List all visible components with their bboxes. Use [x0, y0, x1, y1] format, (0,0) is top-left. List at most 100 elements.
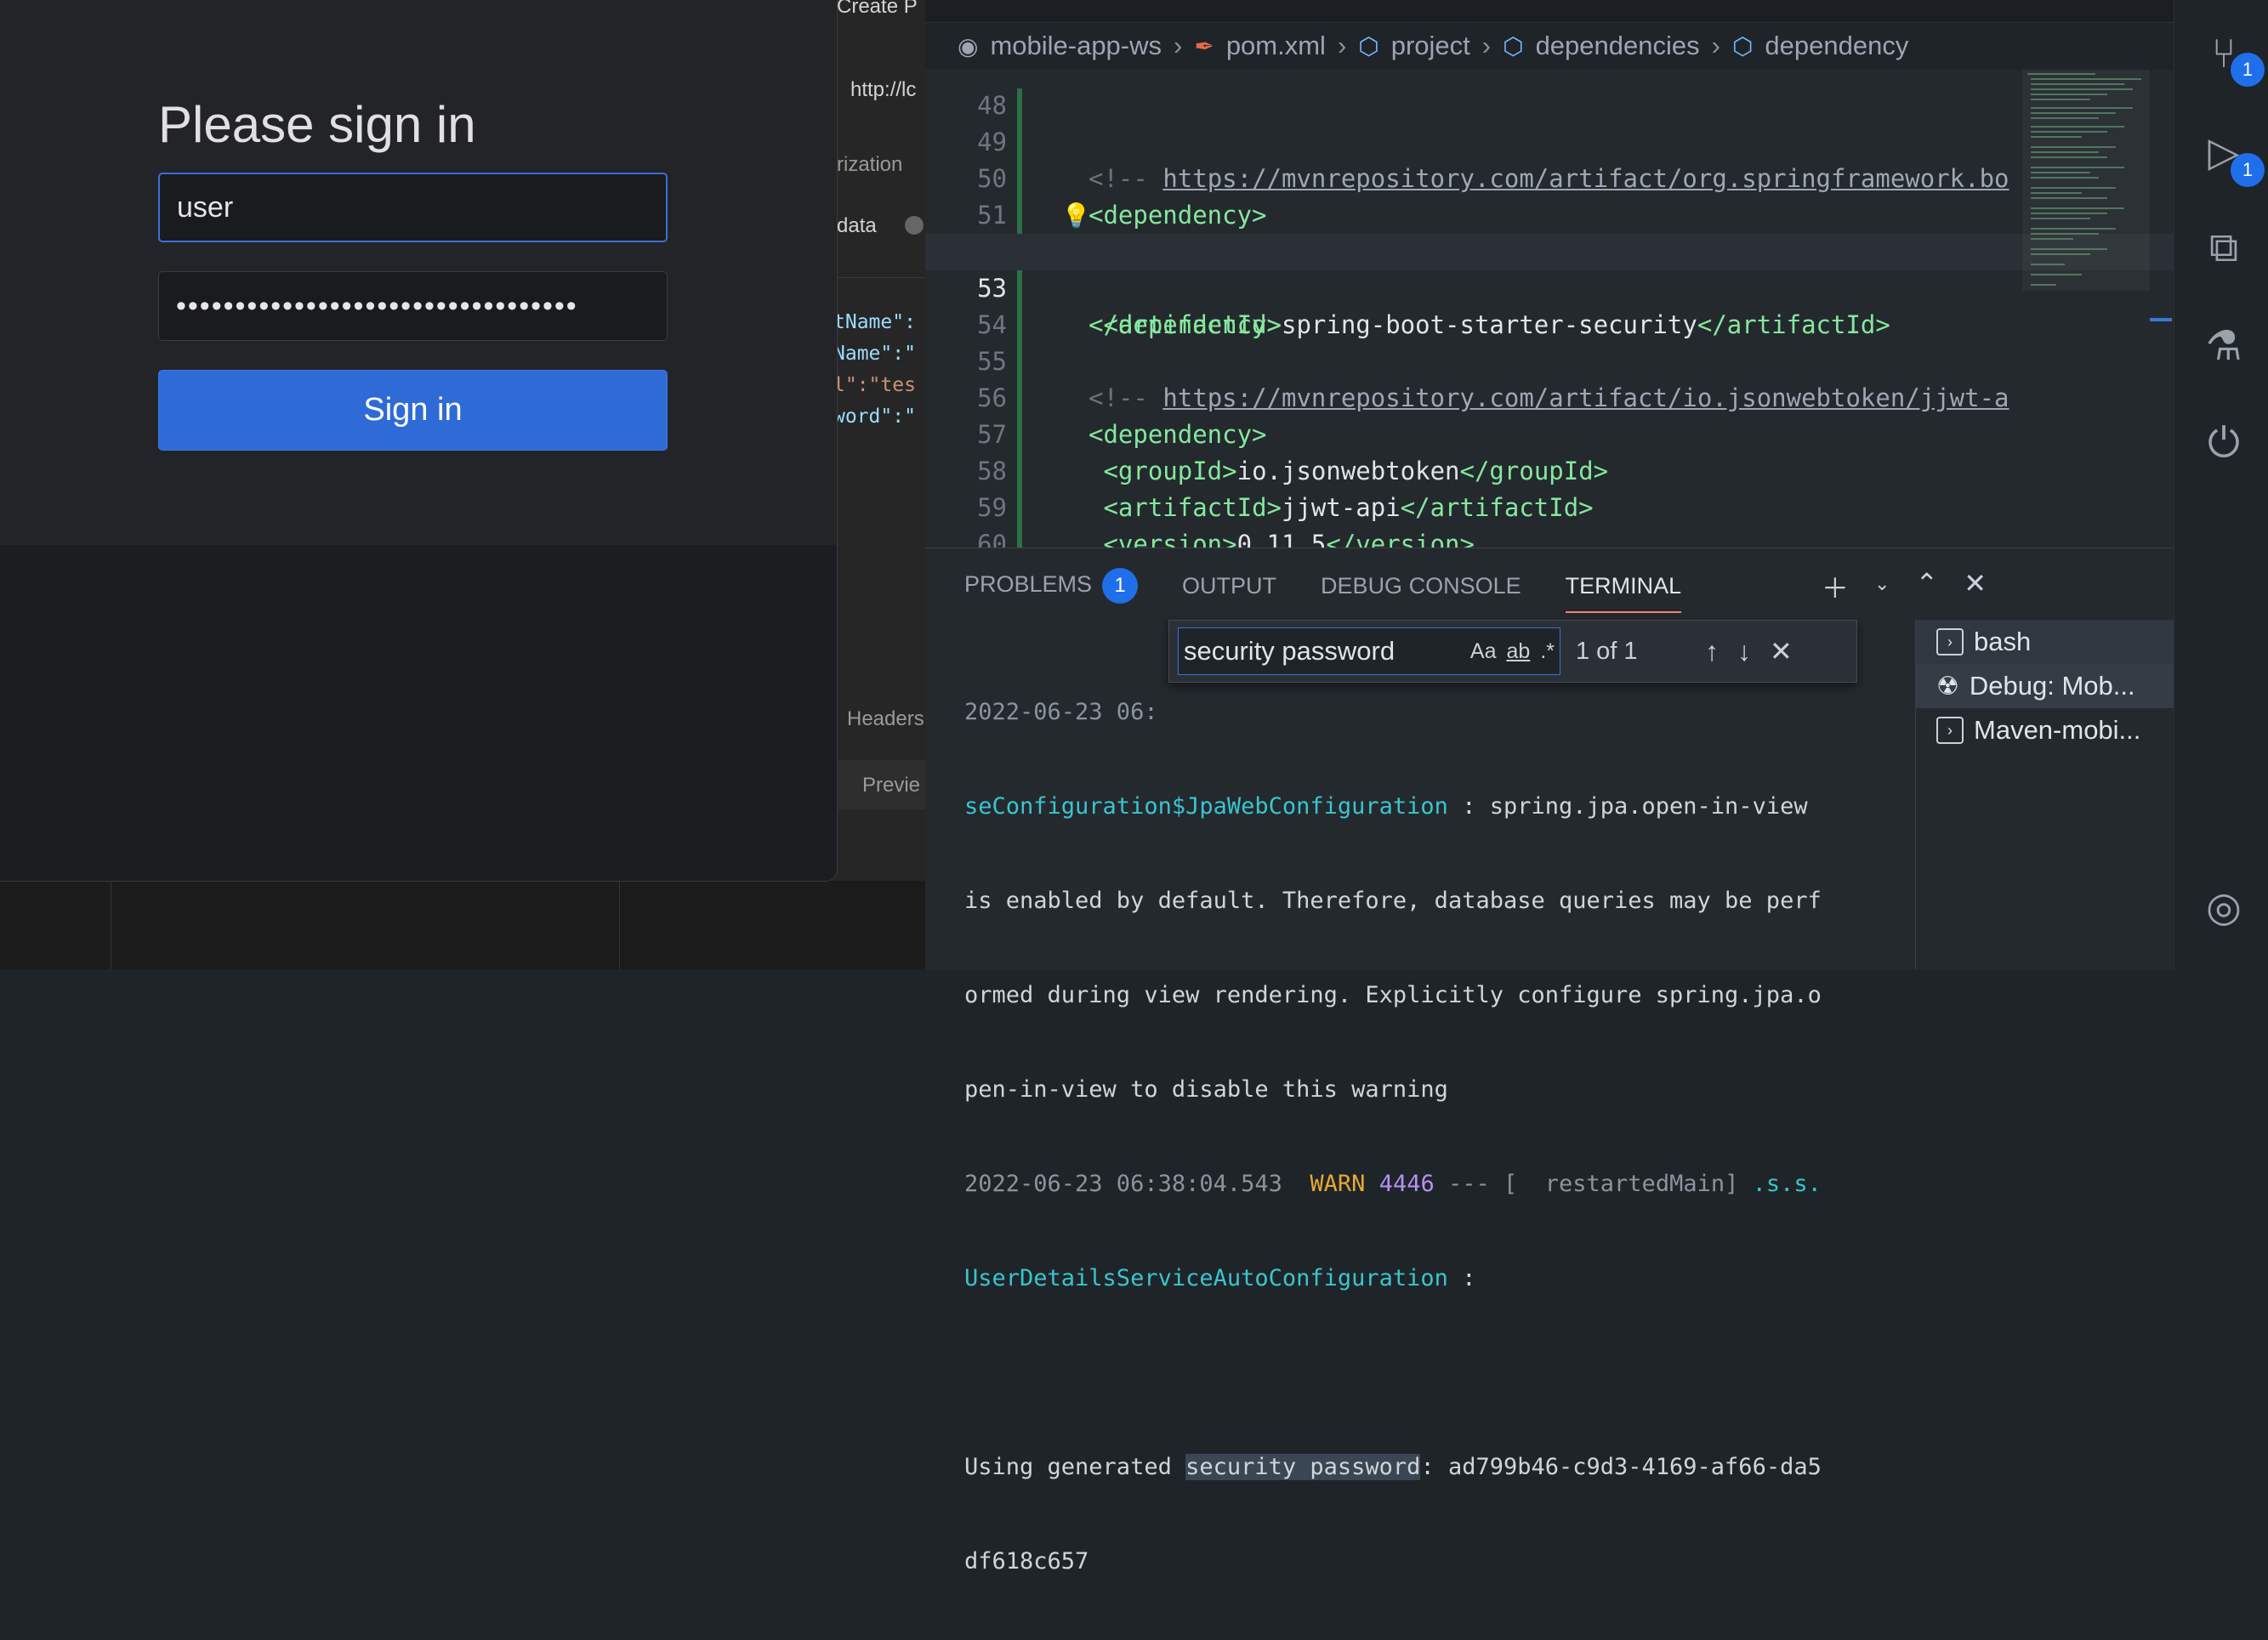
log-line: 2022-06-23 06:38:04.543 WARN 4446 --- [ … — [964, 1171, 1822, 1197]
json-line: Name":" — [833, 343, 916, 365]
breadcrumb-item[interactable]: project — [1391, 31, 1470, 61]
code-line[interactable]: 61 — [925, 526, 2174, 548]
code-line[interactable]: 49 <!-- https://mvnrepository.com/artifa… — [925, 88, 2174, 193]
cube-icon: ⬡ — [1358, 32, 1379, 60]
feather-icon: ✒ — [1194, 32, 1214, 60]
divider — [619, 881, 620, 969]
headers-tab[interactable]: Headers — [847, 707, 924, 731]
preview-tab[interactable]: Previe — [862, 774, 920, 797]
regex-toggle[interactable]: .* — [1540, 639, 1555, 664]
code-line[interactable]: 59 <version>0.11.5</version> — [925, 453, 2174, 548]
code-line[interactable]: 51 <groupId>org.springframework.boot</gr… — [925, 161, 2174, 266]
panel-tabs: PROBLEMS 1 OUTPUT DEBUG CONSOLE TERMINAL — [964, 548, 1681, 623]
terminal-name: bash — [1974, 627, 2032, 656]
chevron-right-icon: › — [1337, 31, 1347, 60]
tab-output[interactable]: OUTPUT — [1182, 565, 1276, 608]
title-bar — [925, 0, 2174, 23]
background-app-window: Create P http://lc rization data tName":… — [833, 0, 927, 969]
terminal-item-bash[interactable]: › bash — [1916, 620, 2174, 664]
json-line: word":" — [833, 406, 916, 428]
code-line[interactable]: 57 <groupId>io.jsonwebtoken</groupId> — [925, 380, 2174, 485]
bug-icon: ☢ — [1936, 672, 1959, 701]
lightbulb-icon[interactable]: 💡 — [1061, 197, 1091, 234]
terminal-item-debug[interactable]: ☢ Debug: Mob... — [1916, 664, 2174, 708]
find-widget: security password Aa ab .* 1 of 1 ↑ ↓ ✕ — [1168, 620, 1857, 683]
json-line: l":"tes — [833, 374, 916, 396]
terminal-item-maven[interactable]: › Maven-mobi... — [1916, 708, 2174, 752]
log-line: df618c657 — [964, 1548, 1089, 1575]
terminal-name: Debug: Mob... — [1969, 671, 2135, 701]
breadcrumb-item[interactable]: dependencies — [1536, 31, 1700, 61]
code-line[interactable]: 52 💡 <artifactId>spring-boot-starter-sec… — [925, 197, 2174, 339]
cube-icon: ⬡ — [1731, 32, 1754, 60]
create-label: Create P — [837, 0, 918, 18]
tab-problems[interactable]: PROBLEMS 1 — [964, 559, 1139, 612]
folder-icon: ◉ — [958, 32, 979, 60]
find-query: security password — [1184, 636, 1395, 666]
log-line: Using generated security password: ad799… — [964, 1454, 1822, 1480]
json-line: tName": — [833, 311, 916, 333]
code-line[interactable]: 60 </dependency> — [925, 490, 2174, 548]
sign-in-button[interactable]: Sign in — [158, 370, 668, 451]
breadcrumb-item[interactable]: dependency — [1765, 31, 1908, 61]
code-line[interactable]: 56 <dependency> — [925, 343, 2174, 449]
account-icon[interactable]: ◎ — [2198, 882, 2249, 933]
tab-debug-console[interactable]: DEBUG CONSOLE — [1321, 565, 1521, 608]
power-icon[interactable]: ⏻ — [2198, 418, 2249, 469]
search-highlight: security password — [1185, 1454, 1421, 1480]
close-panel-icon[interactable]: ✕ — [1964, 567, 1987, 606]
code-line-active[interactable]: 53 </dependency> — [925, 234, 2174, 339]
cube-icon: ⬡ — [1503, 32, 1524, 60]
log-line: is enabled by default. Therefore, databa… — [964, 888, 1822, 914]
maximize-panel-icon[interactable]: ⌃ — [1915, 567, 1938, 606]
terminal-output[interactable]: 2022-06-23 06: seConfiguration$JpaWebCon… — [964, 633, 1976, 1640]
code-line[interactable]: 55 <!-- https://mvnrepository.com/artifa… — [925, 307, 2174, 412]
breadcrumb-item[interactable]: mobile-app-ws — [990, 31, 1162, 61]
divider — [833, 277, 927, 278]
vscode-window: ◉ mobile-app-ws › ✒ pom.xml › ⬡ project … — [925, 0, 2268, 1575]
terminal-name: Maven-mobi... — [1974, 715, 2141, 745]
data-label: data — [837, 214, 877, 237]
authorization-tab[interactable]: rization — [837, 153, 902, 177]
breadcrumb-item[interactable]: pom.xml — [1226, 31, 1326, 61]
code-line[interactable]: 54 — [925, 270, 2174, 339]
chevron-right-icon: › — [1711, 31, 1720, 60]
password-input[interactable] — [158, 271, 668, 341]
terminal-icon: › — [1936, 628, 1964, 655]
chevron-right-icon: › — [1174, 31, 1183, 60]
log-line: 2022-06-23 06: — [964, 699, 1158, 725]
source-control-badge: 1 — [2231, 53, 2265, 87]
scrollbar-marker — [2150, 318, 2172, 321]
code-line[interactable]: 48 — [925, 70, 2174, 120]
log-line: UserDetailsServiceAutoConfiguration : — [964, 1265, 1476, 1291]
terminal-icon: › — [1936, 717, 1964, 744]
log-line: ormed during view rendering. Explicitly … — [964, 982, 1822, 1008]
activity-bar: ⑂ 1 ▷ 1 ⧉ ⚗ ⏻ ◎ — [2174, 0, 2268, 969]
chevron-down-icon[interactable]: ⌄ — [1874, 567, 1890, 606]
match-case-toggle[interactable]: Aa — [1470, 639, 1497, 664]
code-editor[interactable]: 48 49 <!-- https://mvnrepository.com/art… — [925, 70, 2174, 548]
testing-icon[interactable]: ⚗ — [2198, 321, 2249, 372]
arrow-down-icon[interactable]: ↓ — [1737, 636, 1751, 667]
panel-actions: ＋ ⌄ ⌃ ✕ — [1822, 567, 1987, 606]
minimap[interactable] — [2022, 70, 2150, 548]
login-card: Please sign in Sign in — [0, 0, 837, 545]
terminal-list: › bash ☢ Debug: Mob... › Maven-mobi... — [1915, 620, 2174, 970]
page-title: Please sign in — [158, 96, 476, 153]
match-count: 1 of 1 — [1576, 637, 1638, 665]
extensions-icon[interactable]: ⧉ — [2198, 223, 2249, 274]
add-terminal-icon[interactable]: ＋ — [1822, 567, 1849, 606]
close-icon[interactable]: ✕ — [1770, 635, 1793, 667]
toggle-knob[interactable] — [905, 216, 924, 235]
username-input[interactable] — [158, 173, 668, 242]
find-input[interactable]: security password Aa ab .* — [1178, 627, 1560, 675]
background-bottom-area — [0, 881, 927, 969]
tab-label: PROBLEMS — [964, 571, 1093, 598]
arrow-up-icon[interactable]: ↑ — [1705, 636, 1719, 667]
tab-terminal[interactable]: TERMINAL — [1565, 565, 1681, 613]
code-line[interactable]: 58 <artifactId>jjwt-api</artifactId> — [925, 417, 2174, 522]
whole-word-toggle[interactable]: ab — [1507, 639, 1531, 664]
log-line: pen-in-view to disable this warning — [964, 1076, 1448, 1103]
breadcrumb: ◉ mobile-app-ws › ✒ pom.xml › ⬡ project … — [925, 22, 2174, 70]
code-line[interactable]: 50 <dependency> — [925, 124, 2174, 230]
